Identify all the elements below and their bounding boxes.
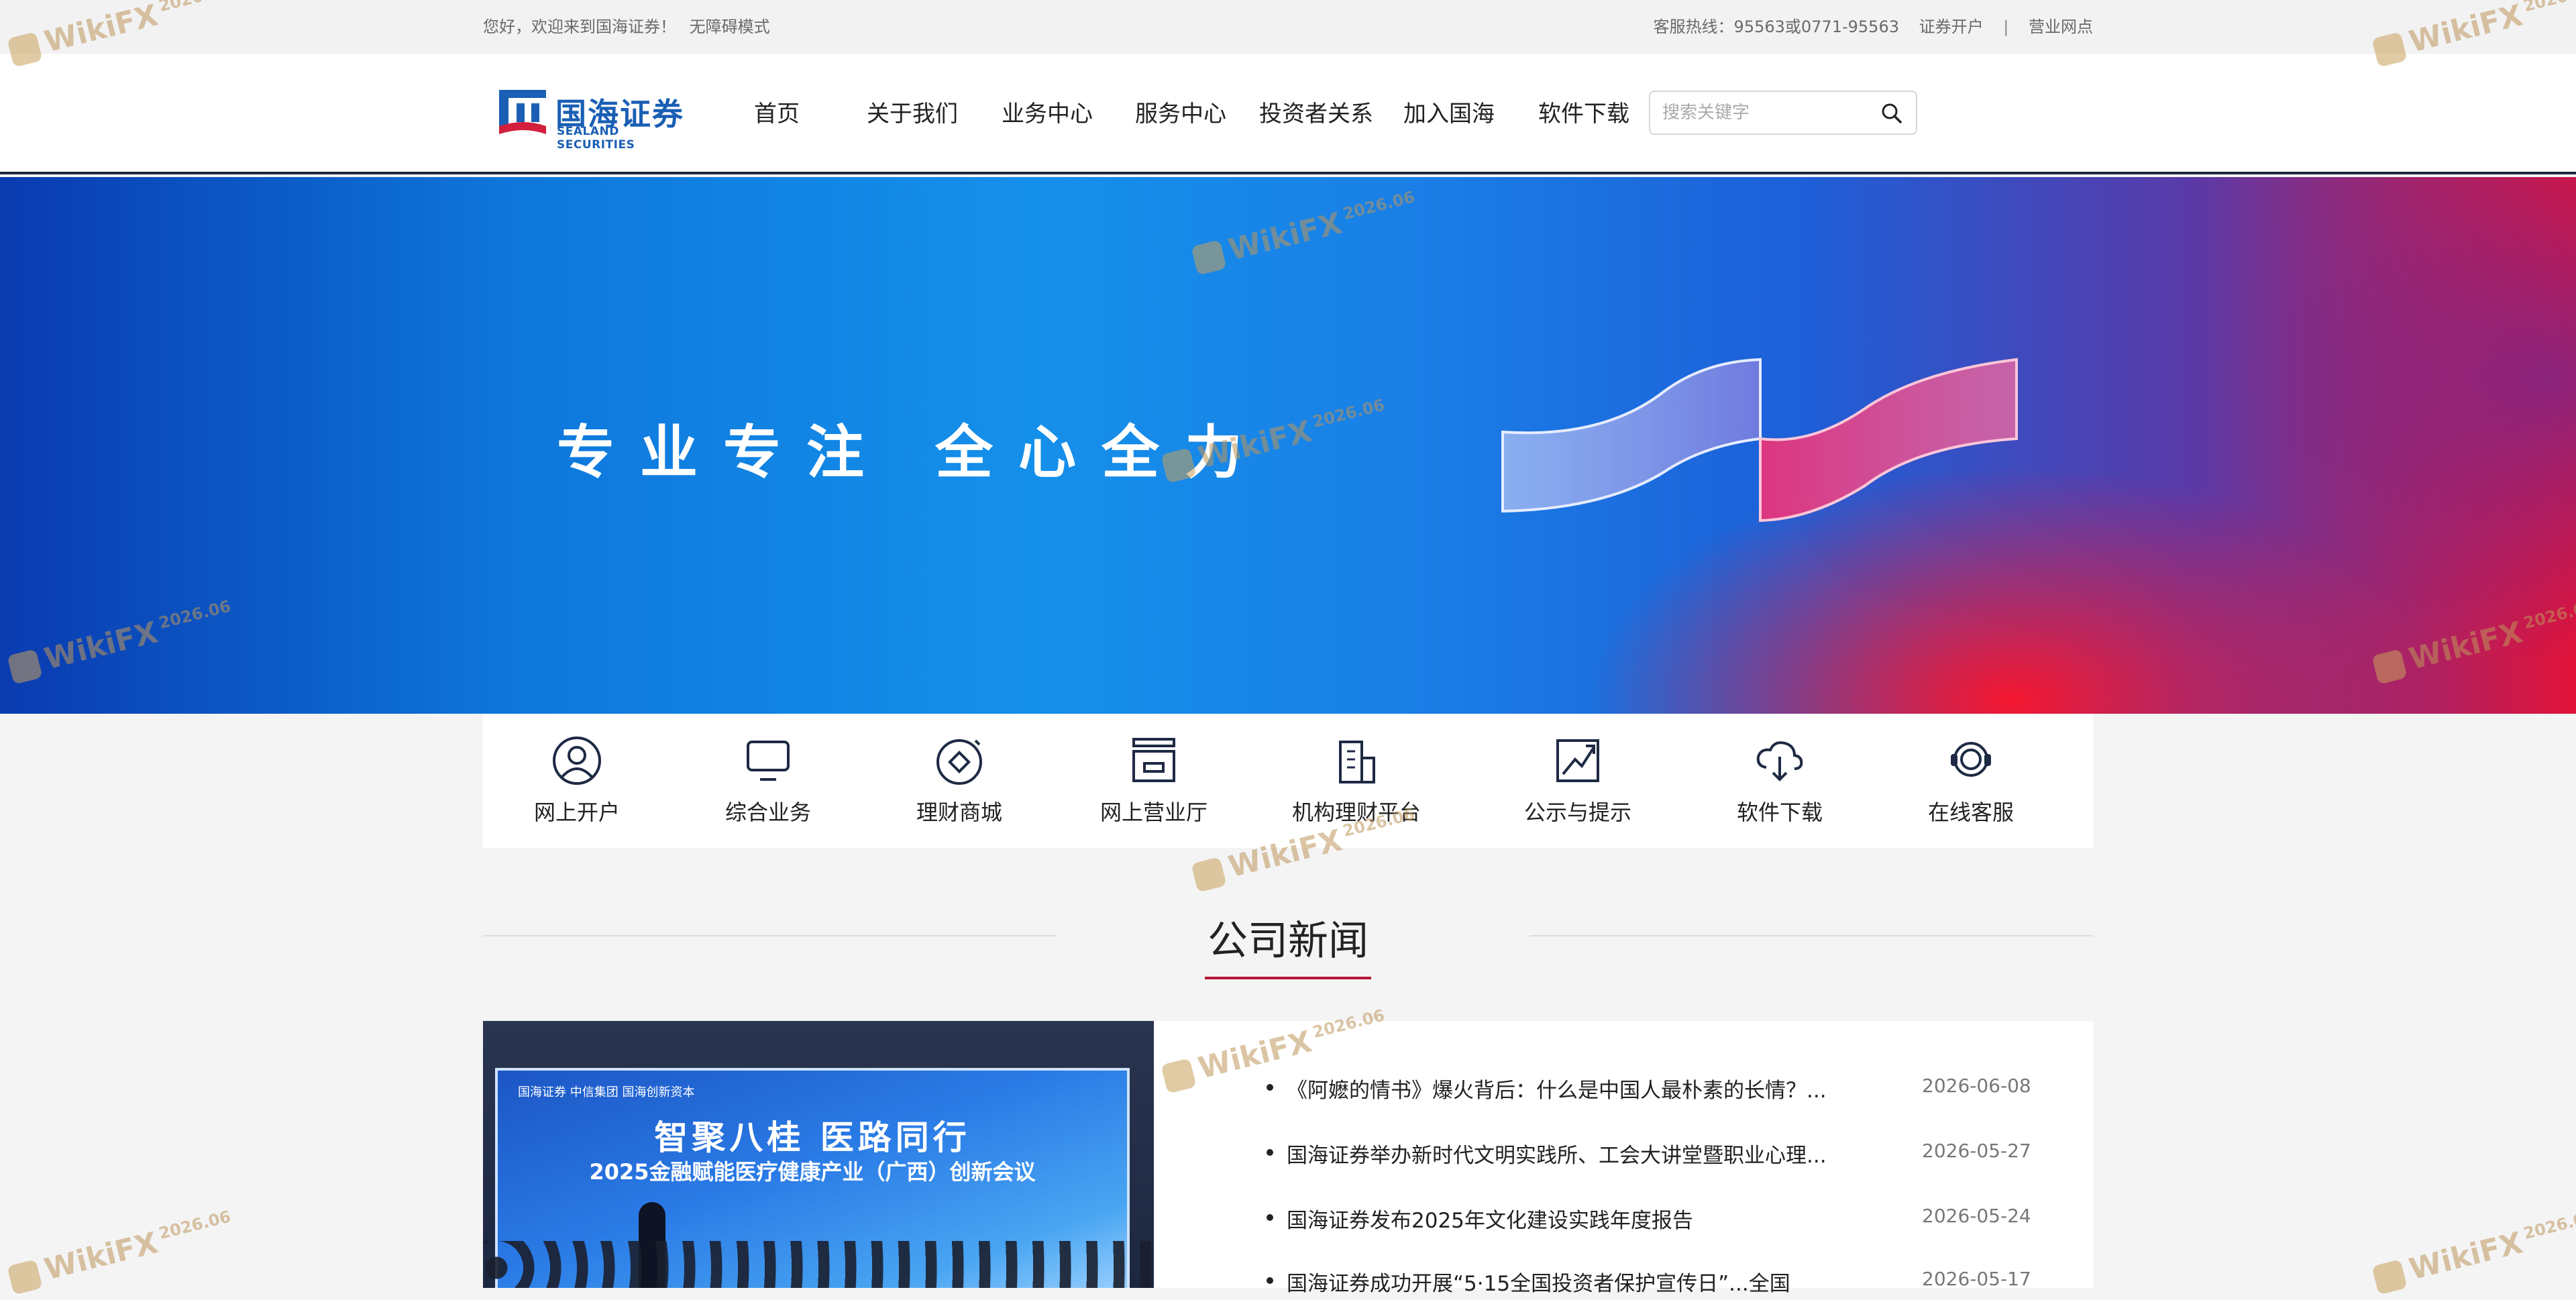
welcome-text: 您好，欢迎来到国海证券！ (483, 17, 676, 36)
headset-icon (1951, 742, 1991, 777)
cloud-download-icon (1756, 741, 1803, 781)
watermark: WikiFX2026.06 (6, 1207, 236, 1295)
logo-english-text: SEALAND SECURITIES (557, 125, 635, 152)
nav-join[interactable]: 加入国海 (1403, 54, 1495, 174)
quick-link-integrated[interactable]: 综合业务 (681, 714, 855, 848)
news-title[interactable]: 《阿嬷的情书》爆火背后：什么是中国人最朴素的长情？... (1287, 1073, 1857, 1103)
site-logo[interactable]: 国海证券 SEALAND SECURITIES (496, 87, 698, 152)
hotline-text: 客服热线：95563或0771-95563 (1653, 17, 1899, 36)
quick-link-label: 综合业务 (724, 800, 811, 825)
storefront-icon (1132, 738, 1175, 782)
hero-banner[interactable]: 专业专注 全心全力 (0, 177, 2576, 714)
quick-link-label: 公示与提示 (1523, 800, 1631, 825)
search-input[interactable] (1661, 97, 1862, 128)
stage-subline: 2025金融赋能医疗健康产业（广西）创新会议 (589, 1159, 1036, 1185)
watermark-brand: WikiFX (2406, 1226, 2526, 1287)
watermark-year: 2026.06 (156, 1207, 233, 1244)
news-date: 2026-05-24 (1922, 1205, 2031, 1227)
bullet-icon (1267, 1214, 1273, 1221)
section-title: 公司新闻 (1208, 918, 1368, 965)
bullet-icon (1267, 1149, 1273, 1156)
quick-link-label: 软件下载 (1736, 800, 1823, 825)
top-utility-bar: 您好，欢迎来到国海证券！ 无障碍模式 客服热线：95563或0771-95563… (0, 0, 2576, 54)
nav-about[interactable]: 关于我们 (867, 54, 958, 174)
search-box (1649, 91, 1917, 135)
nav-home[interactable]: 首页 (754, 54, 800, 174)
banner-slogan: 专业专注 全心全力 (557, 419, 1268, 486)
quick-link-online-service[interactable]: 在线客服 (1884, 714, 2058, 848)
logo-mark-icon (499, 90, 546, 134)
nav-service[interactable]: 服务中心 (1135, 54, 1226, 174)
news-list: 《阿嬷的情书》爆火背后：什么是中国人最朴素的长情？... 2026-06-08 … (1154, 1021, 2093, 1296)
news-section-header: 公司新闻 (483, 899, 2093, 979)
quick-link-online-hall[interactable]: 网上营业厅 (1067, 714, 1241, 848)
quick-link-software[interactable]: 软件下载 (1693, 714, 1867, 848)
news-title[interactable]: 国海证券举办新时代文明实践所、工会大讲堂暨职业心理... (1287, 1138, 1857, 1169)
quick-link-label: 在线客服 (1927, 800, 2014, 825)
watermark-logo-icon (1191, 857, 1227, 893)
quick-link-institution[interactable]: 机构理财平台 (1269, 714, 1444, 848)
bullet-icon (1267, 1084, 1273, 1091)
quick-links-bar: 网上开户 综合业务 理财商城 网上营业厅 机构理财平台 公示与提示 软件下载 在… (483, 714, 2093, 848)
quick-link-notices[interactable]: 公示与提示 (1491, 714, 1665, 848)
news-date: 2026-06-08 (1922, 1075, 2031, 1097)
utility-links: 客服热线：95563或0771-95563 证券开户 | 营业网点 (1639, 0, 2093, 54)
trend-icon (1556, 739, 1599, 782)
news-panel: 国海证券 中信集团 国海创新资本 智聚八桂 医路同行 2025金融赋能医疗健康产… (483, 1021, 2093, 1296)
quick-link-label: 理财商城 (916, 800, 1002, 825)
watermark-brand: WikiFX (41, 1226, 162, 1287)
divider: | (2003, 17, 2009, 36)
watermark-logo-icon (7, 1259, 43, 1295)
user-icon (553, 737, 601, 785)
watermark-logo-icon (2371, 1259, 2408, 1295)
title-underline (1205, 977, 1371, 979)
news-date: 2026-05-27 (1922, 1140, 2031, 1162)
quick-link-label: 网上开户 (533, 800, 620, 825)
stage-sponsor-logos: 国海证券 中信集团 国海创新资本 (518, 1085, 695, 1099)
quick-link-wealth-mall[interactable]: 理财商城 (872, 714, 1046, 848)
bullet-icon (1267, 1277, 1273, 1284)
quick-link-label: 机构理财平台 (1291, 800, 1421, 825)
ribbon-graphic (1501, 358, 2018, 523)
monitor-icon (747, 741, 790, 781)
coin-icon (936, 739, 982, 785)
news-featured-image[interactable]: 国海证券 中信集团 国海创新资本 智聚八桂 医路同行 2025金融赋能医疗健康产… (483, 1021, 1154, 1288)
news-item[interactable]: 国海证券举办新时代文明实践所、工会大讲堂暨职业心理... 2026-05-27 (1154, 1132, 2093, 1172)
news-title[interactable]: 国海证券发布2025年文化建设实践年度报告 (1287, 1203, 1857, 1234)
site-header: 国海证券 SEALAND SECURITIES 首页 关于我们 业务中心 服务中… (0, 54, 2576, 174)
open-account-link[interactable]: 证券开户 (1919, 17, 1984, 36)
news-item[interactable]: 《阿嬷的情书》爆火背后：什么是中国人最朴素的长情？... 2026-06-08 (1154, 1067, 2093, 1107)
branches-link[interactable]: 营业网点 (2029, 17, 2093, 36)
news-item[interactable]: 国海证券发布2025年文化建设实践年度报告 2026-05-24 (1154, 1197, 2093, 1237)
nav-investor-relations[interactable]: 投资者关系 (1259, 54, 1373, 174)
news-date: 2026-05-17 (1922, 1268, 2031, 1290)
quick-link-online-account[interactable]: 网上开户 (490, 714, 664, 848)
nav-software[interactable]: 软件下载 (1538, 54, 1629, 174)
accessibility-link[interactable]: 无障碍模式 (690, 17, 770, 36)
building-icon (1339, 741, 1375, 783)
stage-headline: 智聚八桂 医路同行 (654, 1118, 971, 1157)
news-title[interactable]: 国海证券成功开展“5·15全国投资者保护宣传日”...全国 (1287, 1266, 1857, 1297)
watermark-year: 2026.06 (2521, 1207, 2576, 1244)
watermark: WikiFX2026.06 (2371, 1207, 2576, 1295)
welcome-area: 您好，欢迎来到国海证券！ 无障碍模式 (483, 0, 770, 54)
quick-link-label: 网上营业厅 (1099, 800, 1208, 825)
news-item[interactable]: 国海证券成功开展“5·15全国投资者保护宣传日”...全国 2026-05-17 (1154, 1260, 2093, 1300)
nav-business[interactable]: 业务中心 (1002, 54, 1093, 174)
audience (483, 1241, 1154, 1288)
search-icon[interactable] (1880, 101, 1904, 125)
